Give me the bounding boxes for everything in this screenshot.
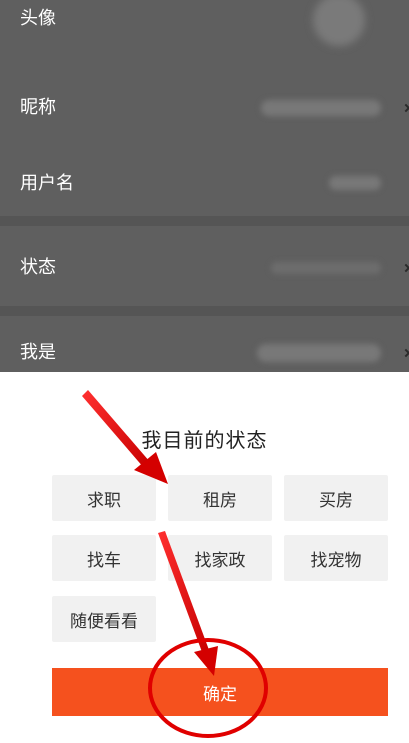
option-buy-house[interactable]: 买房	[284, 475, 388, 521]
chevron-right-icon	[401, 263, 409, 273]
status-value-blurred	[271, 262, 381, 274]
row-avatar: 头像	[0, 0, 409, 46]
username-value-blurred	[329, 176, 381, 190]
chevron-right-icon	[401, 103, 409, 113]
row-label-avatar: 头像	[20, 8, 56, 29]
option-just-browsing[interactable]: 随便看看	[52, 596, 156, 642]
section-divider	[0, 306, 409, 316]
chevron-right-icon	[401, 348, 409, 358]
confirm-button[interactable]: 确定	[52, 668, 388, 716]
row-label-nickname: 昵称	[20, 97, 56, 118]
row-label-identity: 我是	[20, 342, 56, 363]
sheet-title: 我目前的状态	[141, 428, 268, 452]
row-nickname: 昵称	[0, 80, 409, 136]
option-find-car[interactable]: 找车	[52, 535, 156, 581]
option-rent-house[interactable]: 租房	[168, 475, 272, 521]
profile-list-dimmed: 头像 昵称 用户名 状态 我是	[0, 0, 409, 372]
row-identity: 我是	[0, 326, 409, 372]
option-find-housekeeping[interactable]: 找家政	[168, 535, 272, 581]
row-username: 用户名	[0, 160, 409, 206]
row-label-status: 状态	[20, 257, 56, 278]
nickname-value-blurred	[261, 100, 381, 116]
identity-value-blurred	[257, 344, 381, 362]
row-label-username: 用户名	[20, 173, 74, 194]
row-status: 状态	[0, 240, 409, 296]
option-job-hunting[interactable]: 求职	[52, 475, 156, 521]
option-find-pet[interactable]: 找宠物	[284, 535, 388, 581]
section-divider	[0, 216, 409, 226]
avatar	[313, 0, 365, 46]
